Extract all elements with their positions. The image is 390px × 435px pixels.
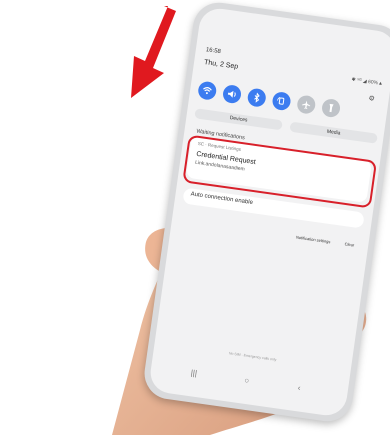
status-time: 16:58 [205, 47, 222, 56]
gear-icon[interactable]: ⚙ [368, 94, 375, 103]
clear-button[interactable]: Clear [344, 241, 354, 247]
rotate-icon[interactable] [271, 90, 292, 112]
home-button[interactable]: ○ [244, 376, 250, 386]
volume-icon[interactable] [221, 83, 243, 105]
wifi-icon[interactable] [197, 80, 218, 101]
status-indicators: ✱ ⁵ᴳ ◢ 60%▲ [351, 76, 384, 88]
flashlight-icon[interactable] [320, 97, 342, 119]
back-button[interactable]: ‹ [297, 383, 301, 392]
airplane-icon[interactable] [296, 94, 317, 115]
scene: 16:58 ✱ ⁵ᴳ ◢ 60%▲ Thu, 2 Sep ⚙ Devices M… [0, 0, 390, 435]
auto-connection-label: Auto connection enable [190, 191, 254, 207]
bluetooth-icon[interactable] [246, 87, 267, 108]
recents-button[interactable]: ||| [190, 368, 197, 378]
notification-settings-button[interactable]: Notification settings [296, 234, 331, 244]
